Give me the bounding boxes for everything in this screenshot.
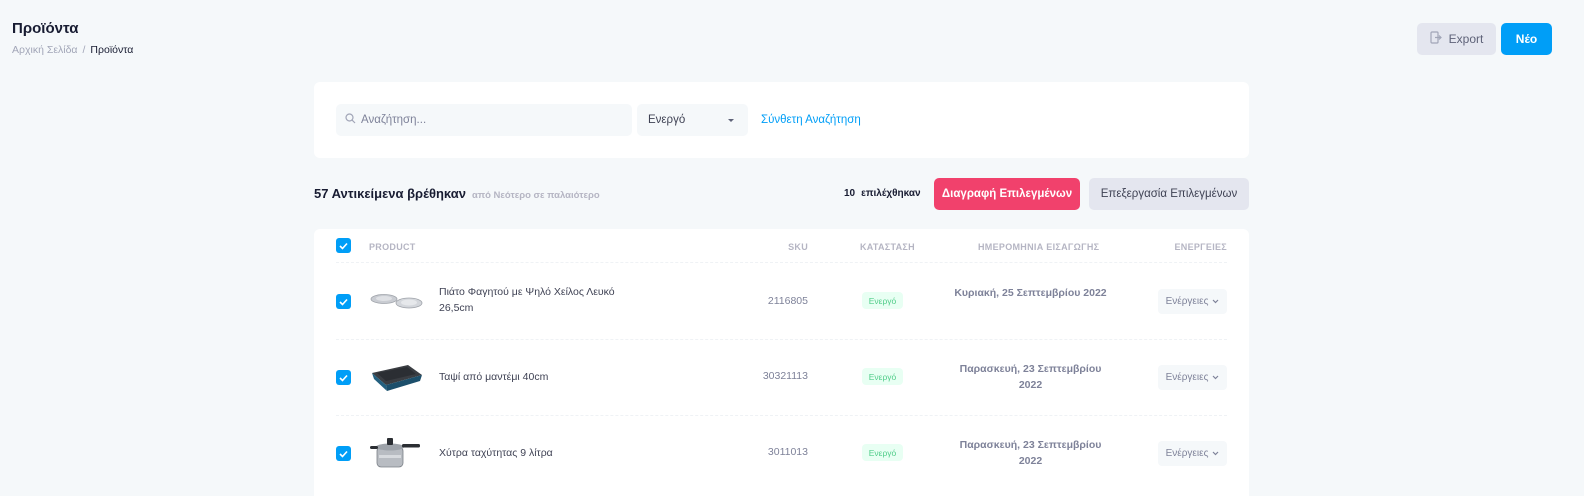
column-header-sku[interactable]: SKU xyxy=(788,242,808,252)
results-count: 57 Αντικείμενα βρέθηκαν xyxy=(314,186,466,201)
breadcrumb: Αρχική Σελίδα / Προϊόντα xyxy=(12,44,133,56)
table-row: Πιάτο Φαγητού με Ψηλό Χείλος Λευκό 26,5c… xyxy=(314,263,1249,339)
date-added: Παρασκευή, 23 Σεπτεμβρίου 2022 xyxy=(959,439,1102,467)
product-name-link[interactable]: Ταψί από μαντέμι 40cm xyxy=(439,369,639,385)
check-icon xyxy=(339,450,348,458)
column-header-date[interactable]: ΗΜΕΡΟΜΗΝΙΑ ΕΙΣΑΓΩΓΗΣ xyxy=(978,242,1099,252)
table-row: Χύτρα ταχύτητας 9 λίτρα 3011013 Ενεργό Π… xyxy=(314,415,1249,491)
selected-count: 10 xyxy=(844,188,856,199)
actions-label: Ενέργειες xyxy=(1165,296,1209,307)
row-checkbox[interactable] xyxy=(336,294,351,309)
actions-dropdown-button[interactable]: Ενέργειες xyxy=(1158,441,1227,466)
sort-order-label[interactable]: από Νεότερο σε παλαιότερο xyxy=(472,190,600,201)
actions-label: Ενέργειες xyxy=(1165,448,1209,459)
search-box xyxy=(336,104,632,136)
status-select-value: Ενεργό xyxy=(648,114,686,126)
column-header-status[interactable]: ΚΑΤΑΣΤΑΣΗ xyxy=(860,242,915,252)
breadcrumb-home-link[interactable]: Αρχική Σελίδα xyxy=(12,44,78,56)
select-all-checkbox[interactable] xyxy=(336,238,351,253)
products-table: PRODUCT SKU ΚΑΤΑΣΤΑΣΗ ΗΜΕΡΟΜΗΝΙΑ ΕΙΣΑΓΩΓ… xyxy=(314,229,1249,496)
column-header-actions: ΕΝΕΡΓΕΙΕΣ xyxy=(1174,242,1227,252)
delete-selected-button[interactable]: Διαγραφή Επιλεγμένων xyxy=(934,178,1080,210)
page-title: Προϊόντα xyxy=(12,20,79,37)
check-icon xyxy=(339,374,348,382)
product-thumbnail-pressure-cooker[interactable] xyxy=(368,433,424,473)
selected-label: επιλέχθηκαν xyxy=(861,188,921,199)
breadcrumb-separator: / xyxy=(82,44,86,56)
row-checkbox[interactable] xyxy=(336,446,351,461)
breadcrumb-current: Προϊόντα xyxy=(90,44,134,56)
table-row: Ταψί από μαντέμι 40cm 30321113 Ενεργό Πα… xyxy=(314,339,1249,415)
sku-value: 30321113 xyxy=(762,370,808,382)
advanced-search-link[interactable]: Σύνθετη Αναζήτηση xyxy=(761,114,861,126)
selected-info: 10 επιλέχθηκαν xyxy=(844,188,921,199)
search-icon xyxy=(345,111,356,129)
export-button[interactable]: Export xyxy=(1417,23,1496,55)
date-added: Κυριακή, 25 Σεπτεμβρίου 2022 xyxy=(954,287,1107,299)
results-summary: 57 Αντικείμενα βρέθηκαν από Νεότερο σε π… xyxy=(314,186,600,201)
actions-dropdown-button[interactable]: Ενέργειες xyxy=(1158,365,1227,390)
product-thumbnail-plate[interactable] xyxy=(368,281,424,321)
status-badge: Ενεργό xyxy=(862,444,903,461)
product-name-link[interactable]: Πιάτο Φαγητού με Ψηλό Χείλος Λευκό 26,5c… xyxy=(439,284,639,316)
check-icon xyxy=(339,298,348,306)
status-select[interactable]: Ενεργό xyxy=(637,104,748,136)
column-header-product[interactable]: PRODUCT xyxy=(369,242,416,252)
new-button[interactable]: Νέο xyxy=(1501,23,1552,55)
row-checkbox[interactable] xyxy=(336,370,351,385)
check-icon xyxy=(339,242,348,250)
export-icon xyxy=(1430,31,1442,47)
date-added: Παρασκευή, 23 Σεπτεμβρίου 2022 xyxy=(959,363,1102,391)
chevron-down-icon xyxy=(1212,299,1219,304)
status-badge: Ενεργό xyxy=(862,292,903,309)
export-label: Export xyxy=(1448,32,1484,46)
status-badge: Ενεργό xyxy=(862,368,903,385)
chevron-down-icon xyxy=(1212,451,1219,456)
search-card: Ενεργό Σύνθετη Αναζήτηση xyxy=(314,82,1249,158)
chevron-down-icon xyxy=(728,118,734,122)
chevron-down-icon xyxy=(1212,375,1219,380)
edit-selected-button[interactable]: Επεξεργασία Επιλεγμένων xyxy=(1089,178,1249,210)
product-thumbnail-baking-pan[interactable] xyxy=(368,357,424,397)
sku-value: 3011013 xyxy=(767,446,808,458)
product-name-link[interactable]: Χύτρα ταχύτητας 9 λίτρα xyxy=(439,445,639,461)
actions-dropdown-button[interactable]: Ενέργειες xyxy=(1158,289,1227,314)
actions-label: Ενέργειες xyxy=(1165,372,1209,383)
search-input[interactable] xyxy=(361,114,611,126)
sku-value: 2116805 xyxy=(767,295,808,307)
